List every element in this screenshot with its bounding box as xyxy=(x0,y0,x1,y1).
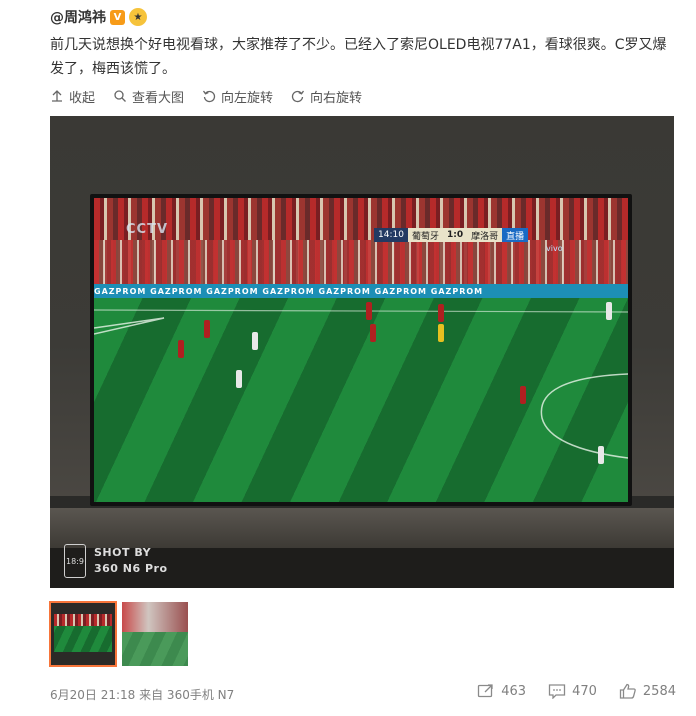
post-meta: 6月20日 21:18 来自 360手机 N7 xyxy=(50,688,235,702)
rotate-right-label: 向右旋转 xyxy=(310,90,363,106)
player xyxy=(598,446,604,464)
football-pitch xyxy=(94,298,628,502)
player xyxy=(438,304,444,322)
post-text: 前几天说想换个好电视看球，大家推荐了不少。已经入了索尼OLED电视77A1，看球… xyxy=(50,37,667,77)
score-time: 14:10 xyxy=(374,228,408,242)
verified-icon: V xyxy=(110,9,125,25)
tv-stand xyxy=(50,508,674,548)
comment-icon xyxy=(548,684,566,699)
repost-count: 463 xyxy=(501,683,527,699)
post-stats: 463 470 2584 xyxy=(455,683,676,699)
post-author: @周鸿祎 V ★ xyxy=(50,6,147,28)
shot-by-line1: SHOT BY xyxy=(94,546,152,559)
emoji-icon: ★ xyxy=(129,8,147,26)
rotate-left-label: 向左旋转 xyxy=(221,90,274,106)
aspect-ratio-icon: 18:9 xyxy=(64,544,86,578)
player xyxy=(236,370,242,388)
post-photo[interactable]: CCTV 14:10 葡萄牙 1:0 摩洛哥 直播 vivo GAZPROM G… xyxy=(50,116,674,588)
collapse-button[interactable]: 收起 xyxy=(50,87,95,106)
comment-button[interactable]: 470 xyxy=(548,683,597,699)
broadcaster-logo: CCTV xyxy=(126,222,169,237)
thumbnail-strip xyxy=(49,601,194,667)
arrow-up-icon xyxy=(52,90,62,102)
player xyxy=(606,302,612,320)
player xyxy=(204,320,210,338)
view-large-label: 查看大图 xyxy=(132,90,185,106)
vivo-logo: vivo xyxy=(546,244,563,253)
scoreboard: 14:10 葡萄牙 1:0 摩洛哥 直播 xyxy=(374,228,529,242)
author-name[interactable]: @周鸿祎 xyxy=(50,7,106,27)
thumbnail-crowd xyxy=(54,614,112,626)
player xyxy=(370,324,376,342)
view-large-button[interactable]: 查看大图 xyxy=(113,87,184,106)
thumbnail-2[interactable] xyxy=(122,602,188,666)
search-icon xyxy=(114,90,126,102)
player xyxy=(520,386,526,404)
player xyxy=(366,302,372,320)
rotate-left-icon xyxy=(203,90,216,103)
player xyxy=(252,332,258,350)
score-result: 1:0 xyxy=(442,228,468,242)
shot-by-line2: 360 N6 Pro xyxy=(94,562,168,575)
score-home-team: 葡萄牙 xyxy=(407,228,443,242)
sponsor-boards: GAZPROM GAZPROM GAZPROM GAZPROM GAZPROM … xyxy=(94,284,628,298)
score-away-team: 摩洛哥 xyxy=(467,228,503,242)
thumbs-up-icon xyxy=(619,683,636,699)
like-count: 2584 xyxy=(642,683,676,699)
thumbnail-1[interactable] xyxy=(49,601,117,667)
repost-button[interactable]: 463 xyxy=(477,683,526,699)
collapse-label: 收起 xyxy=(69,90,96,106)
like-button[interactable]: 2584 xyxy=(619,683,676,699)
pitch-lines xyxy=(94,309,628,459)
repost-icon xyxy=(478,684,493,698)
player xyxy=(438,324,444,342)
comment-count: 470 xyxy=(572,683,597,699)
rotate-right-icon xyxy=(291,90,305,103)
tv-screen: CCTV 14:10 葡萄牙 1:0 摩洛哥 直播 vivo GAZPROM G… xyxy=(94,198,628,502)
player xyxy=(178,340,184,358)
rotate-right-button[interactable]: 向右旋转 xyxy=(291,87,362,106)
score-live-badge: 直播 xyxy=(502,228,529,242)
weibo-post-card: @周鸿祎 V ★ 前几天说想换个好电视看球，大家推荐了不少。已经入了索尼OLED… xyxy=(0,0,696,716)
image-toolbar: 收起 查看大图 向左旋转 向右旋转 xyxy=(50,86,380,106)
shot-by-watermark: 18:9 SHOT BY 360 N6 Pro xyxy=(64,544,168,578)
thumbnail-grass xyxy=(122,632,188,666)
rotate-left-button[interactable]: 向左旋转 xyxy=(202,87,273,106)
